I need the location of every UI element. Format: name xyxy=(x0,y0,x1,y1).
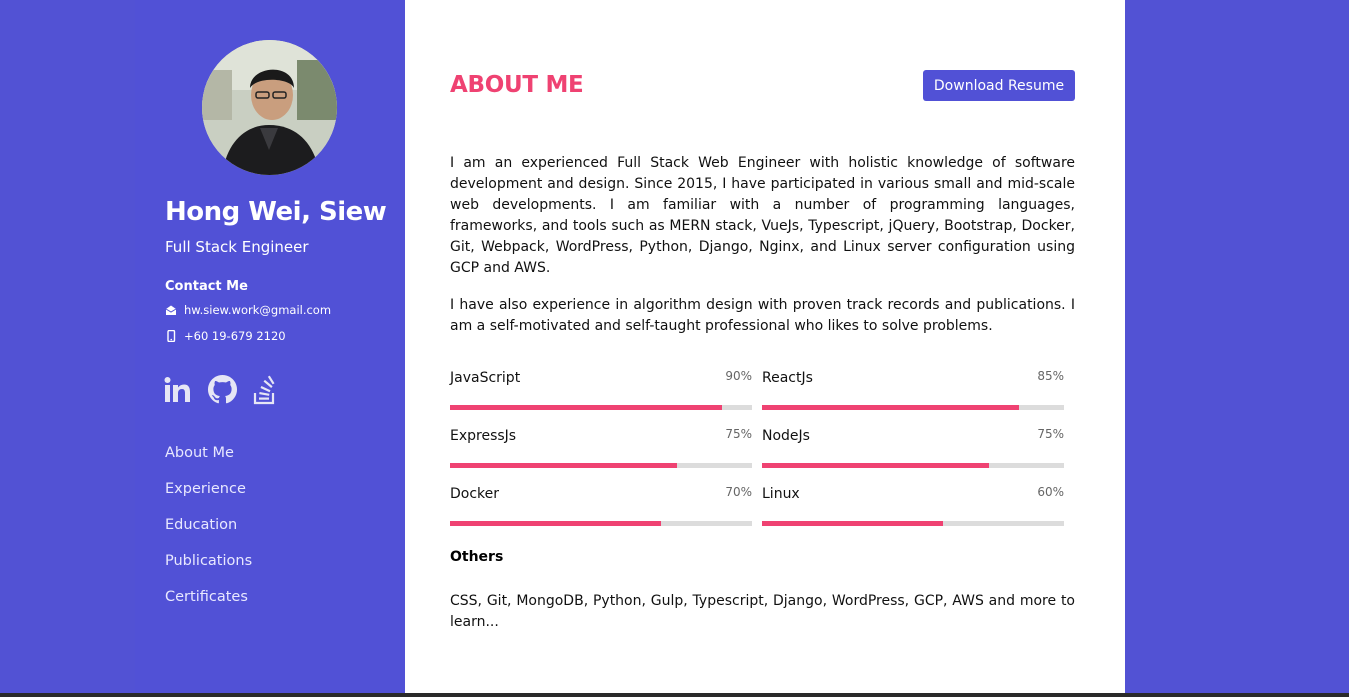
profile-role: Full Stack Engineer xyxy=(165,238,309,256)
phone-row[interactable]: +60 19-679 2120 xyxy=(165,329,286,343)
download-resume-button[interactable]: Download Resume xyxy=(923,70,1075,101)
skill-item: ReactJs 85% xyxy=(762,369,1064,414)
nav-item-experience[interactable]: Experience xyxy=(165,479,252,515)
skill-percent: 75% xyxy=(1037,427,1064,441)
skill-bar-fill xyxy=(762,521,944,526)
others-title: Others xyxy=(450,549,504,565)
skill-bar-fill xyxy=(450,405,722,410)
skill-name: ExpressJs xyxy=(450,428,517,444)
skill-bar-track xyxy=(762,405,1064,410)
skill-name: JavaScript xyxy=(450,370,521,386)
avatar-photo xyxy=(202,40,337,175)
skill-item: Docker 70% xyxy=(450,485,752,530)
main-content: ABOUT ME Download Resume I am an experie… xyxy=(405,0,1125,697)
skill-bar-track xyxy=(450,405,752,410)
about-paragraph-1: I am an experienced Full Stack Web Engin… xyxy=(450,155,1075,276)
sidebar-nav: About Me Experience Education Publicatio… xyxy=(165,443,252,623)
skill-item: ExpressJs 75% xyxy=(450,427,752,472)
section-title: ABOUT ME xyxy=(450,72,584,98)
skill-bar-fill xyxy=(450,463,677,468)
skill-bar-track xyxy=(450,521,752,526)
skill-name: Linux xyxy=(762,486,800,502)
skill-percent: 70% xyxy=(725,485,752,499)
skill-bar-fill xyxy=(762,405,1019,410)
skill-bar-fill xyxy=(762,463,989,468)
github-icon[interactable] xyxy=(207,374,238,409)
nav-item-education[interactable]: Education xyxy=(165,515,252,551)
bottom-scrollbar[interactable] xyxy=(0,693,1349,697)
skill-percent: 85% xyxy=(1037,369,1064,383)
skill-name: NodeJs xyxy=(762,428,810,444)
phone-text[interactable]: +60 19-679 2120 xyxy=(184,329,286,343)
skill-bar-track xyxy=(762,521,1064,526)
profile-name: Hong Wei, Siew xyxy=(165,197,387,227)
about-paragraph-2: I have also experience in algorithm desi… xyxy=(450,297,1075,334)
skill-bar-fill xyxy=(450,521,662,526)
avatar xyxy=(202,40,337,175)
stackoverflow-icon[interactable] xyxy=(252,375,278,409)
skill-bar-track xyxy=(762,463,1064,468)
nav-item-publications[interactable]: Publications xyxy=(165,551,252,587)
skill-item: JavaScript 90% xyxy=(450,369,752,414)
contact-title: Contact Me xyxy=(165,279,248,294)
skill-item: Linux 60% xyxy=(762,485,1064,530)
skill-percent: 90% xyxy=(725,369,752,383)
email-row[interactable]: hw.siew.work@gmail.com xyxy=(165,303,331,317)
sidebar: Hong Wei, Siew Full Stack Engineer Conta… xyxy=(135,0,405,697)
skill-percent: 75% xyxy=(725,427,752,441)
linkedin-icon[interactable] xyxy=(163,375,193,409)
email-text[interactable]: hw.siew.work@gmail.com xyxy=(184,303,331,317)
skill-name: Docker xyxy=(450,486,500,502)
skill-percent: 60% xyxy=(1037,485,1064,499)
others-text: CSS, Git, MongoDB, Python, Gulp, Typescr… xyxy=(450,593,1075,630)
nav-item-about-me[interactable]: About Me xyxy=(165,443,252,479)
skill-item: NodeJs 75% xyxy=(762,427,1064,472)
social-links xyxy=(163,374,278,409)
skill-bar-track xyxy=(450,463,752,468)
nav-item-certificates[interactable]: Certificates xyxy=(165,587,252,623)
mobile-phone-icon xyxy=(165,330,177,342)
skill-name: ReactJs xyxy=(762,370,813,386)
envelope-open-icon xyxy=(165,304,177,316)
